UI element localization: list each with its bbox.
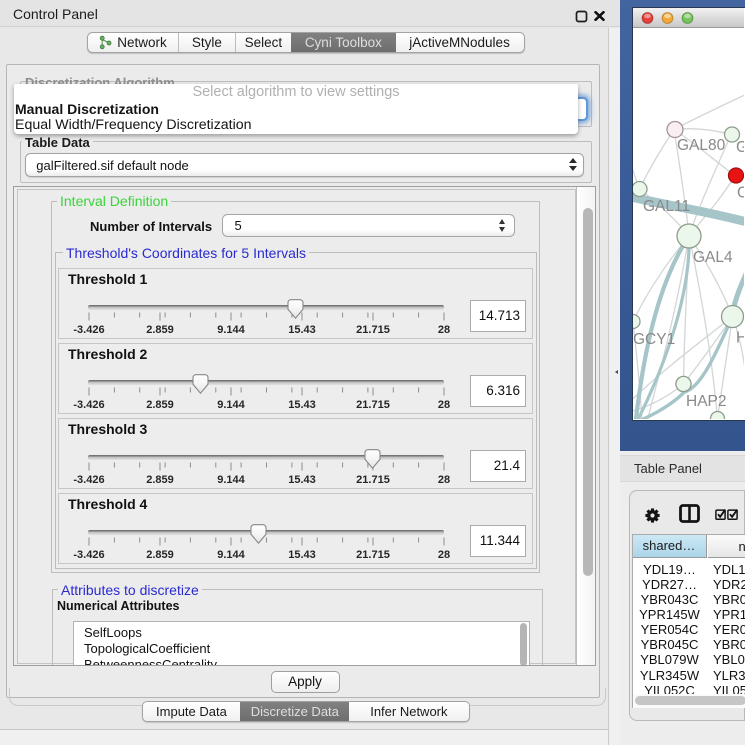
svg-text:GAL4: GAL4 (693, 249, 733, 266)
svg-text:GCY1: GCY1 (633, 331, 675, 348)
svg-text:H: H (736, 330, 744, 347)
svg-text:GAL11: GAL11 (643, 198, 690, 215)
svg-text:GA: GA (736, 139, 744, 156)
svg-text:CY: CY (737, 185, 744, 202)
svg-text:HAP2: HAP2 (686, 393, 727, 410)
svg-text:GAL80: GAL80 (677, 137, 726, 154)
